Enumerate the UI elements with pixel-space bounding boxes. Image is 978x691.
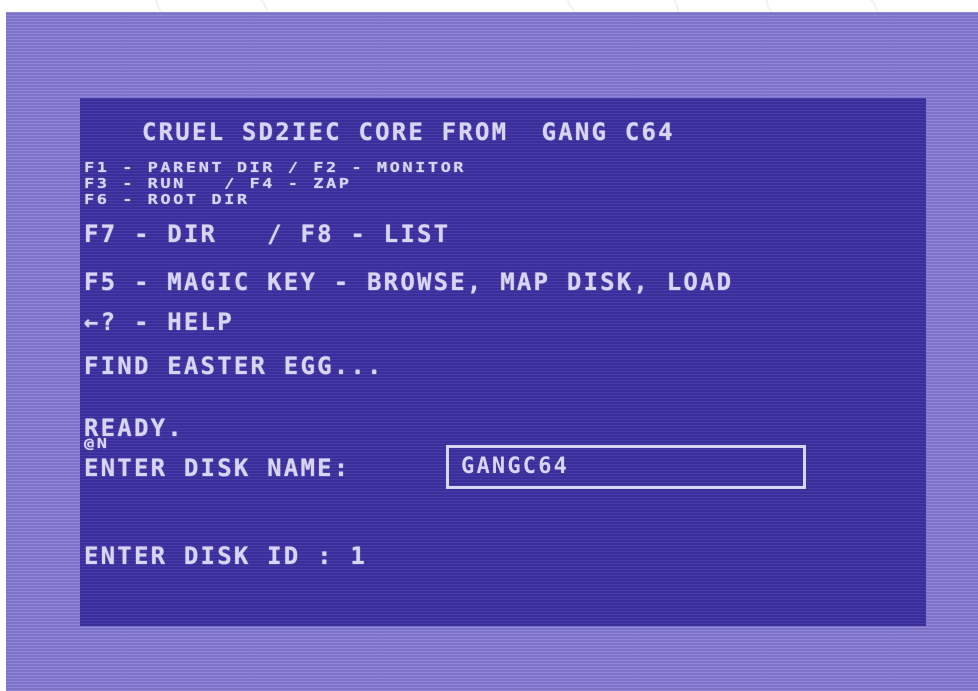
disk-name-value: GANGC64: [461, 454, 570, 479]
c64-border: CRUEL SD2IEC CORE FROM GANG C64 F1 - PAR…: [6, 12, 978, 691]
key-line-3: F6 - ROOT DIR: [84, 192, 250, 209]
key-line-4: F7 - DIR / F8 - LIST: [84, 220, 451, 248]
easter-egg-line: FIND EASTER EGG...: [84, 352, 384, 380]
magic-key-line: F5 - MAGIC KEY - BROWSE, MAP DISK, LOAD: [84, 268, 734, 296]
disk-name-label: ENTER DISK NAME:: [84, 454, 351, 482]
page: CRUEL SD2IEC CORE FROM GANG C64 F1 - PAR…: [0, 0, 978, 691]
key-line-1: F1 - PARENT DIR / F2 - MONITOR: [84, 160, 467, 177]
help-line: ←? - HELP: [84, 308, 234, 336]
screen-title: CRUEL SD2IEC CORE FROM GANG C64: [142, 118, 675, 146]
key-line-2: F3 - RUN / F4 - ZAP: [84, 176, 352, 193]
command-line: @N: [84, 436, 110, 453]
disk-id-prompt[interactable]: ENTER DISK ID : 1: [84, 544, 367, 568]
c64-screen[interactable]: CRUEL SD2IEC CORE FROM GANG C64 F1 - PAR…: [80, 98, 926, 626]
disk-name-input[interactable]: GANGC64: [446, 445, 806, 489]
